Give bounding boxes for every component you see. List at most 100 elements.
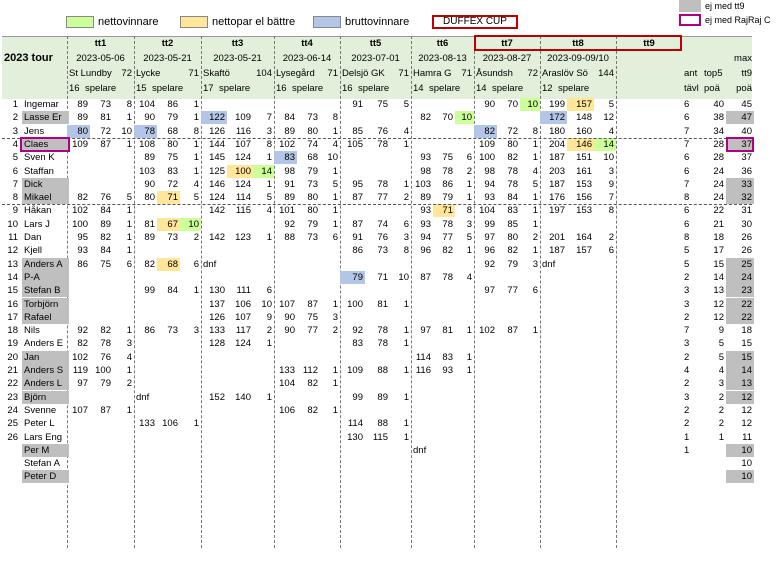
score-cell: [474, 111, 497, 124]
ant-tavl: 4: [684, 365, 690, 376]
score-cell: [411, 258, 433, 271]
player-name: Jens: [24, 125, 45, 137]
score-cell: [297, 391, 320, 404]
top5-poa: 24: [713, 178, 724, 190]
score-cell: [662, 138, 682, 151]
score-cell: [113, 444, 134, 457]
score-cell: 14: [253, 164, 274, 178]
player-name: Dan: [24, 232, 42, 243]
score-cell: [433, 284, 455, 297]
row-number: 23: [7, 391, 18, 403]
score-cell: [297, 431, 320, 444]
score-cell: [433, 391, 455, 404]
score-cell: [227, 377, 253, 390]
score-cell: [201, 404, 227, 417]
row-number: 7: [12, 178, 18, 190]
score-cell: 1: [126, 325, 132, 337]
score-cell: [227, 457, 253, 470]
score-cell: 97: [77, 378, 88, 390]
score-cell: 77: [507, 285, 518, 297]
score-cell: [320, 271, 340, 284]
score-cell: [567, 377, 594, 390]
max-tt9-poa: 24: [726, 270, 754, 284]
score-cell: 1: [126, 404, 132, 416]
score-cell: 73: [377, 245, 388, 257]
tour-date: [616, 52, 682, 65]
score-cell: [497, 311, 520, 324]
row-number: 22: [7, 378, 18, 390]
legend-grey-swatch: [679, 0, 701, 12]
score-cell: [497, 351, 520, 364]
ant-tavl: 7: [684, 138, 690, 150]
score-cell: [639, 191, 662, 204]
score-cell: 99: [352, 391, 363, 403]
score-cell: 84: [507, 192, 518, 204]
score-cell: [639, 258, 662, 271]
score-cell: [134, 298, 157, 311]
score-cell: [157, 204, 180, 217]
score-cell: 133: [209, 325, 225, 337]
score-cell: 1: [332, 218, 338, 230]
score-cell: [297, 337, 320, 350]
score-cell: 80: [144, 192, 155, 204]
score-cell: [540, 337, 567, 350]
ant-tavl: 2: [684, 404, 690, 416]
score-cell: 10: [398, 271, 409, 283]
score-cell: 73: [100, 99, 111, 110]
score-cell: [340, 165, 365, 178]
score-cell: [616, 125, 639, 138]
score-cell: [567, 271, 594, 284]
score-cell: [433, 431, 455, 444]
duffex-cup-box: [474, 35, 682, 51]
score-cell: 180: [549, 125, 565, 137]
tour-date: 2023-06-14: [282, 53, 332, 64]
score-cell: [157, 311, 180, 324]
score-cell: 80: [307, 192, 318, 204]
score-cell: [662, 98, 682, 111]
score-cell: [616, 377, 639, 390]
top5-poa: 12: [713, 311, 724, 323]
score-cell: 137: [209, 298, 225, 310]
score-cell: [497, 377, 520, 390]
score-cell: [455, 377, 474, 390]
score-cell: 79: [507, 258, 518, 270]
score-cell: [520, 351, 540, 364]
max-tt9-poa: 33: [726, 177, 754, 191]
score-cell: [616, 417, 639, 430]
score-cell: 72: [100, 125, 111, 137]
tour-course: Araslöv Sö: [542, 68, 588, 79]
score-cell: [594, 258, 616, 271]
max-tt9-poa: 12: [741, 404, 752, 416]
score-cell: 1: [403, 138, 409, 150]
score-cell: 82: [442, 245, 453, 257]
score-cell: [274, 391, 297, 404]
score-cell: [297, 244, 320, 257]
row-number: 6: [12, 165, 18, 177]
score-cell: 5: [126, 192, 132, 204]
score-cell: [540, 298, 567, 311]
score-cell: [201, 244, 227, 257]
score-cell: 1: [466, 325, 472, 337]
score-cell: [390, 111, 411, 124]
max-tt9-poa: 15: [741, 338, 752, 350]
score-cell: 73: [167, 325, 178, 337]
tour-date: 2023-08-13: [418, 53, 467, 64]
score-cell: 187: [549, 152, 565, 164]
legend-ej-tt9-label: ej med tt9: [705, 1, 745, 11]
score-cell: 93: [442, 365, 453, 376]
row-number: [2, 457, 20, 470]
score-cell: [274, 258, 297, 271]
score-cell: [297, 417, 320, 430]
tour-players-label: spelare: [429, 83, 461, 94]
score-cell: 124: [235, 152, 251, 164]
player-name: Sven K: [24, 152, 55, 164]
score-cell: 73: [167, 232, 178, 243]
score-cell: [540, 391, 567, 404]
score-cell: 2: [532, 232, 538, 243]
score-cell: [274, 470, 297, 483]
score-cell: 106: [162, 418, 178, 430]
top5-poa: 2: [718, 404, 724, 416]
score-cell: 89: [144, 152, 155, 164]
score-cell: [455, 125, 474, 138]
ant-tavl: 6: [684, 218, 690, 230]
